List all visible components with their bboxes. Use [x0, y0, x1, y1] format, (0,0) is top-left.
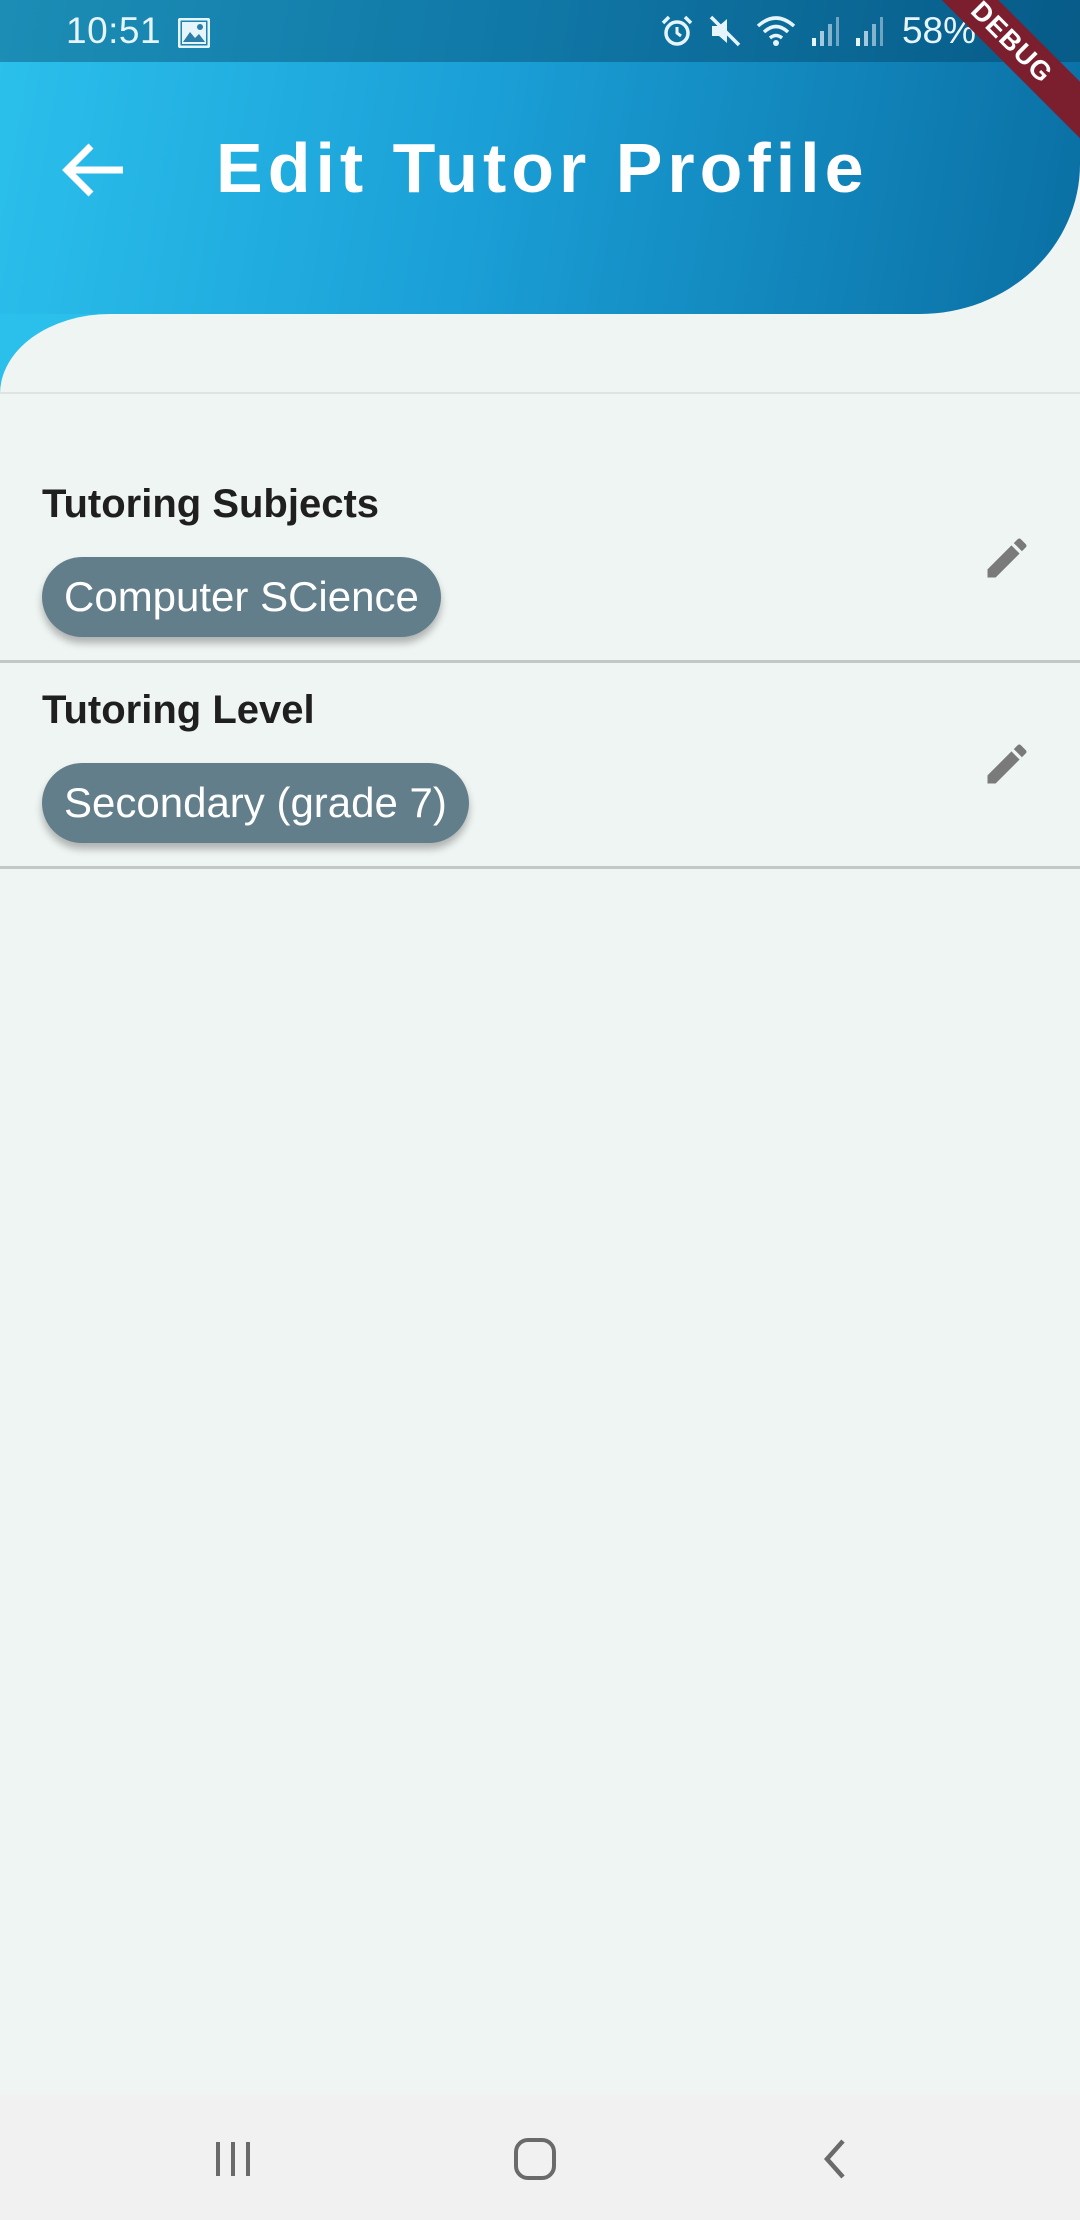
subject-chip: Computer SCience: [42, 557, 441, 637]
section-title: Tutoring Level: [42, 688, 315, 732]
mute-icon: [708, 14, 742, 48]
home-icon: [514, 2138, 556, 2180]
tutoring-subjects-section: Tutoring Subjects Computer SCience: [0, 394, 1080, 663]
arrow-left-icon: [62, 143, 123, 197]
pencil-icon: [987, 538, 1027, 578]
tutoring-level-section: Tutoring Level Secondary (grade 7): [0, 663, 1080, 869]
header-curve-decoration: [0, 314, 110, 394]
recent-apps-button[interactable]: [198, 2124, 268, 2194]
pencil-icon: [987, 744, 1027, 784]
wifi-icon: [756, 14, 796, 48]
back-button[interactable]: [56, 132, 132, 208]
back-icon: [823, 2139, 845, 2179]
section-title: Tutoring Subjects: [42, 482, 380, 526]
signal-icon: [810, 14, 840, 48]
nav-back-button[interactable]: [802, 2124, 872, 2194]
level-chip: Secondary (grade 7): [42, 763, 469, 843]
edit-subjects-button[interactable]: [975, 526, 1039, 590]
home-button[interactable]: [500, 2124, 570, 2194]
status-time: 10:51: [66, 10, 162, 51]
recent-apps-icon: [216, 2142, 250, 2176]
signal-icon: [854, 14, 884, 48]
status-bar: 10:51 58%: [0, 0, 1080, 62]
alarm-icon: [660, 14, 694, 48]
gallery-icon: [177, 15, 211, 49]
edit-level-button[interactable]: [975, 732, 1039, 796]
system-nav-bar: [0, 2094, 1080, 2220]
page-title: Edit Tutor Profile: [216, 129, 869, 207]
